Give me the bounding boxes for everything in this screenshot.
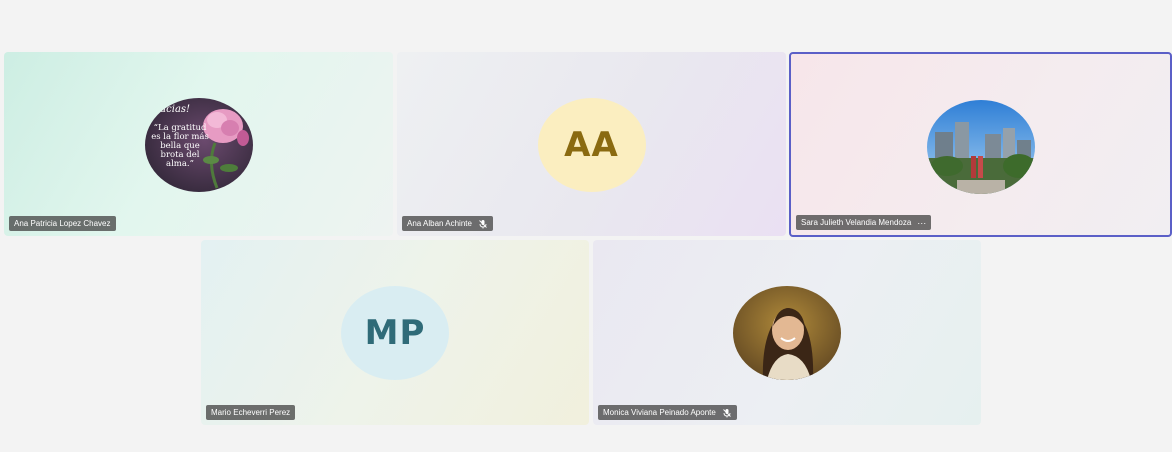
participant-name-tag: Monica Viviana Peinado Aponte: [598, 405, 737, 420]
participant-name: Sara Julieth Velandia Mendoza: [801, 218, 912, 227]
participant-tile-ana-alban[interactable]: AA Ana Alban Achinte: [397, 52, 786, 236]
meeting-gallery-view: gracias! “La gratitud es la flor más bel…: [0, 0, 1172, 452]
participant-avatar-photo: [733, 286, 841, 380]
quote-text: “La gratitud es la flor más bella que br…: [151, 123, 209, 169]
woman-portrait-photo: [733, 286, 841, 380]
city-skyline-photo: [926, 100, 1035, 194]
quote-header: gracias!: [149, 104, 191, 115]
participant-avatar-photo: gracias! “La gratitud es la flor más bel…: [145, 98, 253, 192]
participant-name-tag: Mario Echeverri Perez: [206, 405, 296, 420]
avatar-initials: AA: [564, 125, 619, 165]
participant-avatar-initials: AA: [537, 98, 646, 192]
participant-tile-sara-julieth[interactable]: Sara Julieth Velandia Mendoza ···: [789, 52, 1172, 237]
participant-name: Mario Echeverri Perez: [211, 408, 291, 417]
participant-name: Ana Alban Achinte: [407, 219, 472, 228]
participant-tile-mario[interactable]: MP Mario Echeverri Perez: [201, 240, 589, 425]
mic-off-icon: [479, 219, 487, 228]
participant-tile-ana-patricia[interactable]: gracias! “La gratitud es la flor más bel…: [4, 52, 393, 236]
participant-avatar-photo: [926, 100, 1035, 194]
participant-name-tag: Ana Alban Achinte: [402, 216, 493, 231]
avatar-initials: MP: [364, 313, 426, 353]
more-options-icon[interactable]: ···: [917, 218, 926, 228]
participant-name-tag: Ana Patricia Lopez Chavez: [9, 216, 116, 231]
participant-avatar-initials: MP: [341, 286, 449, 380]
mic-off-icon: [723, 408, 731, 417]
participant-name-tag: Sara Julieth Velandia Mendoza ···: [796, 215, 932, 230]
participant-name: Monica Viviana Peinado Aponte: [603, 408, 716, 417]
participant-name: Ana Patricia Lopez Chavez: [14, 219, 111, 228]
participant-tile-monica[interactable]: Monica Viviana Peinado Aponte: [593, 240, 981, 425]
